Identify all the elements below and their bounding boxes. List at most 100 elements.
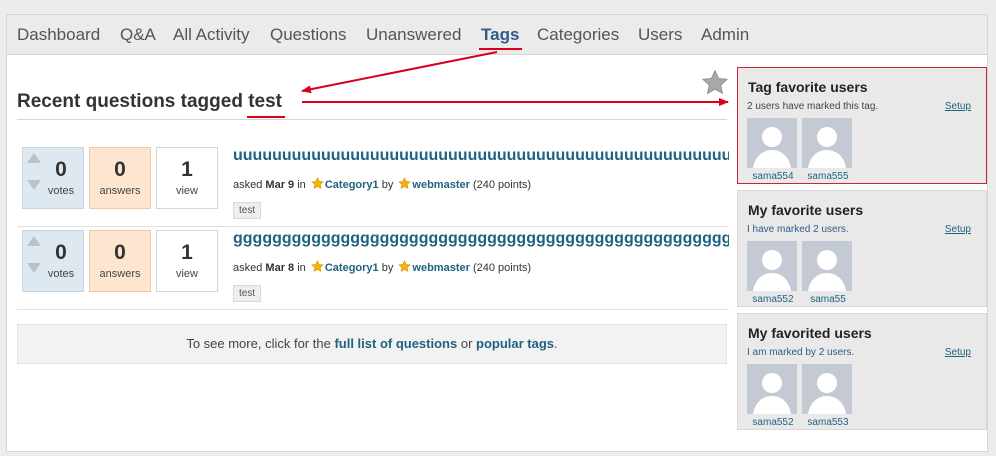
avatar — [802, 364, 852, 414]
view-count: 1 — [181, 241, 193, 264]
vote-up-icon[interactable] — [27, 153, 41, 163]
panel-title: My favorite users — [748, 202, 864, 218]
user-avatar-item[interactable]: sama555 — [802, 118, 854, 182]
category-link[interactable]: Category1 — [325, 179, 379, 191]
nav-item-questions[interactable]: Questions — [270, 25, 347, 45]
category-star-icon — [311, 260, 324, 272]
meta-asked: asked — [233, 179, 263, 191]
answer-count: 0 — [114, 241, 126, 264]
nav-label: Unanswered — [366, 25, 462, 44]
avatar — [747, 364, 797, 414]
nav-label: All Activity — [173, 25, 250, 44]
vote-count-box: 0 votes — [22, 230, 84, 292]
answer-count-box: 0 answers — [89, 230, 151, 292]
vote-count: 0 — [55, 158, 67, 181]
setup-link[interactable]: Setup — [945, 101, 971, 112]
page-frame: Dashboard Q&A All Activity Questions Una… — [6, 14, 988, 452]
question-title-link[interactable]: uuuuuuuuuuuuuuuuuuuuuuuuuuuuuuuuuuuuuuuu… — [233, 147, 729, 165]
more-questions-box: To see more, click for the full list of … — [17, 324, 727, 364]
category-star-icon — [311, 177, 324, 189]
nav-label: Questions — [270, 25, 347, 44]
panel-subtitle: I am marked by 2 users. — [747, 347, 855, 358]
meta-in: in — [297, 262, 306, 274]
tag-chip[interactable]: test — [233, 202, 262, 219]
view-count-box: 1 view — [156, 230, 218, 292]
page-title-prefix: Recent questions tagged — [17, 91, 243, 112]
more-suffix: . — [554, 336, 558, 351]
user-star-icon — [398, 260, 412, 272]
full-list-link[interactable]: full list of questions — [334, 336, 457, 351]
more-prefix: To see more, click for the — [186, 336, 331, 351]
avatar-username: sama55 — [810, 294, 846, 305]
nav-label: Admin — [701, 25, 750, 44]
panel-subtitle: I have marked 2 users. — [747, 224, 849, 235]
top-nav: Dashboard Q&A All Activity Questions Una… — [7, 15, 987, 55]
meta-in: in — [297, 179, 306, 191]
user-avatar-item[interactable]: sama554 — [747, 118, 799, 182]
page-title-tag: test — [247, 91, 285, 118]
user-link[interactable]: webmaster — [412, 179, 469, 191]
avatar — [747, 118, 797, 168]
answer-label: answers — [99, 268, 141, 280]
vote-down-icon[interactable] — [27, 180, 41, 190]
vote-label: votes — [47, 268, 75, 280]
tag-word-text: test — [248, 91, 282, 112]
question-item: 0 votes 0 answers 1 view uuuuuuuuuuuuuuu… — [17, 147, 729, 227]
view-count-box: 1 view — [156, 147, 218, 209]
user-avatar-item[interactable]: sama552 — [747, 364, 799, 428]
page-title: Recent questions tagged test — [17, 91, 285, 118]
view-label: view — [175, 268, 198, 280]
nav-item-dashboard[interactable]: Dashboard — [17, 25, 100, 45]
user-avatar-item[interactable]: sama552 — [747, 241, 799, 305]
meta-date: Mar 8 — [265, 262, 295, 274]
user-avatar-item[interactable]: sama553 — [802, 364, 854, 428]
avatar-username: sama555 — [807, 171, 849, 182]
answer-count: 0 — [114, 158, 126, 181]
question-meta: asked Mar 8 in Category1 by webmaster (2… — [233, 260, 531, 274]
question-meta: asked Mar 9 in Category1 by webmaster (2… — [233, 177, 531, 191]
vote-up-icon[interactable] — [27, 236, 41, 246]
setup-link[interactable]: Setup — [945, 347, 971, 358]
meta-by: by — [381, 179, 394, 191]
nav-label: Q&A — [120, 25, 156, 44]
popular-tags-link[interactable]: popular tags — [476, 336, 554, 351]
nav-item-all-activity[interactable]: All Activity — [173, 25, 250, 45]
question-item: 0 votes 0 answers 1 view ggggggggggggggg… — [17, 230, 729, 310]
vote-count-box: 0 votes — [22, 147, 84, 209]
avatar-username: sama552 — [752, 294, 794, 305]
my-favorite-users-panel: My favorite users I have marked 2 users.… — [737, 190, 987, 307]
nav-label: Dashboard — [17, 25, 101, 44]
nav-item-admin[interactable]: Admin — [701, 25, 749, 45]
user-link[interactable]: webmaster — [412, 262, 469, 274]
user-avatar-item[interactable]: sama55 — [802, 241, 854, 305]
annotation-underline — [479, 48, 523, 50]
nav-label: Users — [638, 25, 683, 44]
tag-chip[interactable]: test — [233, 285, 262, 302]
nav-item-users[interactable]: Users — [638, 25, 682, 45]
vote-down-icon[interactable] — [27, 263, 41, 273]
nav-label: Categories — [537, 25, 620, 44]
favorite-star-icon[interactable] — [701, 69, 729, 97]
category-link[interactable]: Category1 — [325, 262, 379, 274]
vote-label: votes — [47, 185, 75, 197]
view-count: 1 — [181, 158, 193, 181]
nav-item-tags[interactable]: Tags — [479, 25, 523, 50]
meta-points: (240 points) — [472, 262, 532, 274]
nav-item-qa[interactable]: Q&A — [120, 25, 156, 45]
meta-date: Mar 9 — [265, 179, 295, 191]
setup-link[interactable]: Setup — [945, 224, 971, 235]
user-star-icon — [398, 177, 412, 189]
panel-subtitle: 2 users have marked this tag. — [747, 101, 879, 112]
avatar — [747, 241, 797, 291]
meta-asked: asked — [233, 262, 263, 274]
avatar-username: sama553 — [807, 417, 849, 428]
nav-item-categories[interactable]: Categories — [537, 25, 619, 45]
nav-item-unanswered[interactable]: Unanswered — [366, 25, 461, 45]
answer-label: answers — [99, 185, 141, 197]
question-title-link[interactable]: gggggggggggggggggggggggggggggggggggggggg… — [233, 230, 729, 248]
avatar — [802, 241, 852, 291]
avatar-username: sama554 — [752, 171, 794, 182]
divider — [17, 226, 729, 227]
meta-by: by — [381, 262, 394, 274]
annotation-underline — [247, 116, 285, 118]
